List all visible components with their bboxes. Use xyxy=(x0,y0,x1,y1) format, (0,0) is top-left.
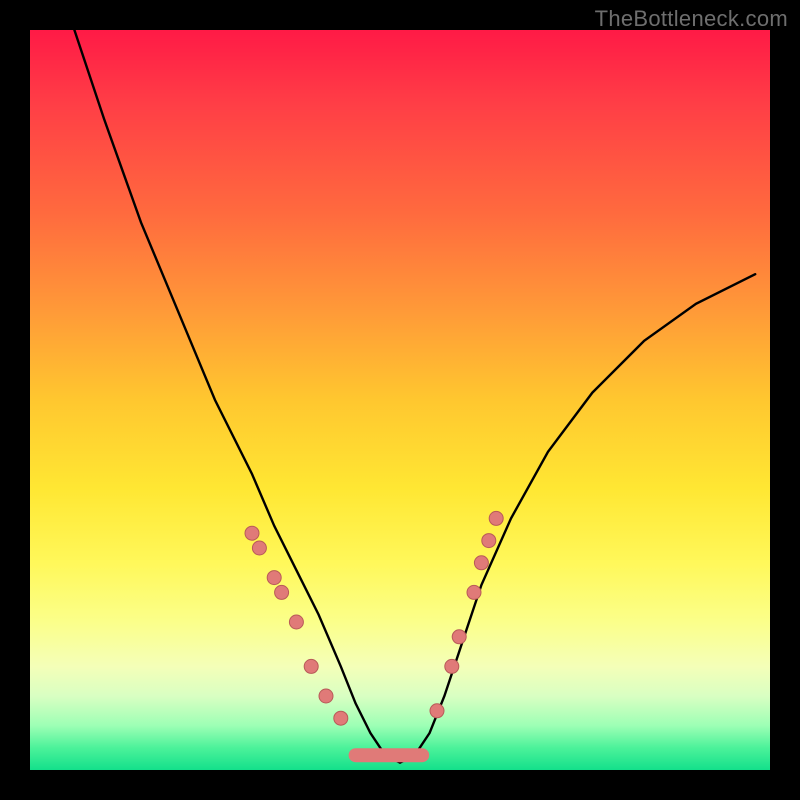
bottleneck-curve xyxy=(74,30,755,763)
marker-dot-left xyxy=(275,585,289,599)
marker-dot-right xyxy=(430,704,444,718)
marker-dot-left xyxy=(334,711,348,725)
marker-dot-left xyxy=(289,615,303,629)
marker-dot-right xyxy=(482,534,496,548)
marker-dot-right xyxy=(489,511,503,525)
marker-dot-right xyxy=(445,659,459,673)
marker-dot-left xyxy=(245,526,259,540)
marker-dot-left xyxy=(304,659,318,673)
marker-dot-right xyxy=(467,585,481,599)
data-markers xyxy=(245,511,503,755)
outer-frame: TheBottleneck.com xyxy=(0,0,800,800)
marker-dot-left xyxy=(252,541,266,555)
plot-area xyxy=(30,30,770,770)
marker-dot-right xyxy=(474,556,488,570)
marker-dot-right xyxy=(452,630,466,644)
watermark-text: TheBottleneck.com xyxy=(595,6,788,32)
marker-dot-left xyxy=(319,689,333,703)
chart-svg xyxy=(30,30,770,770)
marker-dot-left xyxy=(267,571,281,585)
